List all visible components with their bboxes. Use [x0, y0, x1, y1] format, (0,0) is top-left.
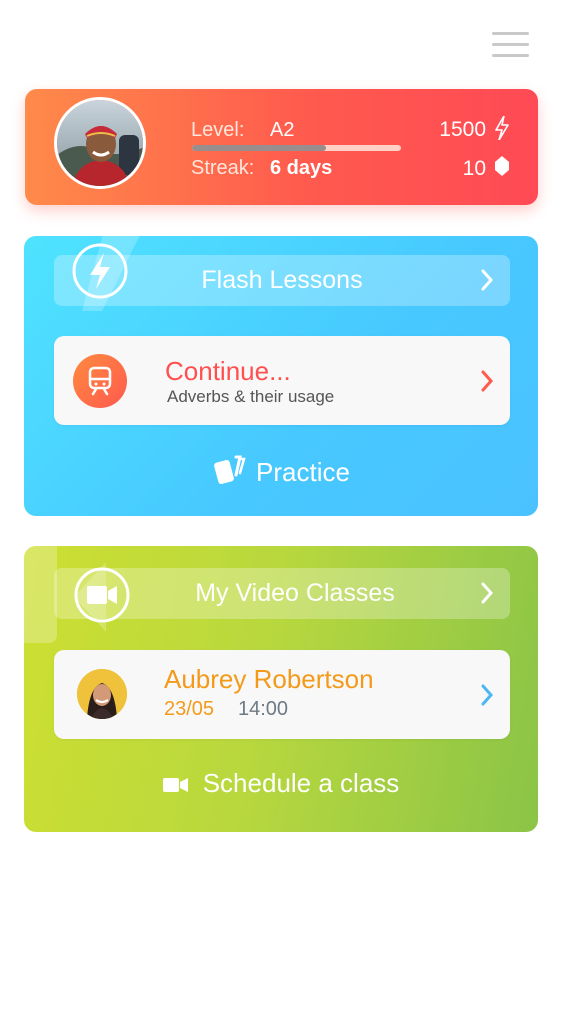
chevron-right-icon	[481, 269, 494, 291]
continue-lesson-row[interactable]: Continue... Adverbs & their usage	[54, 336, 510, 425]
profile-card: Level: A2 Streak: 6 days 1500 10	[25, 89, 538, 205]
class-time: 14:00	[238, 698, 289, 720]
train-icon	[88, 366, 112, 396]
video-card-decoration	[24, 546, 57, 643]
level-progress-bar	[192, 145, 401, 151]
continue-subtitle: Adverbs & their usage	[167, 387, 335, 406]
avatar[interactable]	[54, 97, 146, 189]
flash-lessons-title: Flash Lessons	[201, 266, 363, 294]
upcoming-class-row[interactable]: Aubrey Robertson 23/05 14:00	[54, 650, 510, 739]
level-progress-fill	[192, 145, 326, 151]
class-date: 23/05	[164, 698, 215, 720]
schedule-class-label: Schedule a class	[202, 768, 400, 798]
gem-icon	[495, 156, 509, 176]
continue-title: Continue...	[165, 356, 291, 386]
streak-label: Streak:	[191, 157, 255, 179]
video-classes-header[interactable]: My Video Classes	[54, 568, 510, 619]
level-value: A2	[270, 119, 295, 141]
cards-icon	[214, 455, 246, 485]
streak-value: 6 days	[270, 157, 333, 179]
video-classes-title: My Video Classes	[195, 579, 395, 607]
chevron-right-icon	[481, 582, 494, 604]
schedule-class-link[interactable]: Schedule a class	[24, 768, 538, 799]
points-value: 1500	[439, 118, 486, 141]
menu-icon-line	[492, 43, 529, 46]
gems-value: 10	[462, 157, 486, 180]
practice-link[interactable]: Practice	[24, 455, 538, 488]
train-icon-badge	[73, 354, 127, 408]
level-label: Level:	[191, 119, 245, 141]
menu-icon	[492, 32, 529, 35]
menu-button[interactable]	[492, 32, 530, 60]
chevron-right-icon	[481, 684, 494, 706]
chevron-right-icon	[481, 370, 494, 392]
flash-lessons-header[interactable]: Flash Lessons	[54, 255, 510, 306]
menu-icon-line	[492, 54, 529, 57]
practice-label: Practice	[256, 457, 350, 487]
video-classes-card: My Video Classes Aubrey Robertson 23/05 …	[24, 546, 538, 832]
video-camera-icon	[162, 778, 188, 792]
teacher-name: Aubrey Robertson	[164, 664, 374, 694]
teacher-avatar	[77, 669, 127, 719]
flash-lessons-card: Flash Lessons Continue... Adverbs & thei…	[24, 236, 538, 516]
lightning-icon	[495, 116, 509, 140]
